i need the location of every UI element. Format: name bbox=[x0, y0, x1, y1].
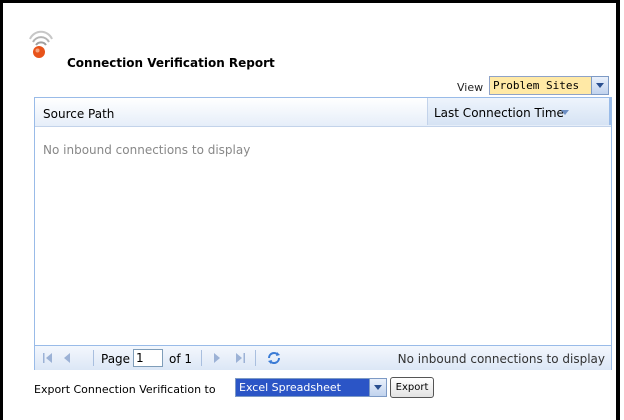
export-button[interactable]: Export bbox=[390, 377, 434, 398]
signal-logo-icon bbox=[29, 30, 53, 58]
pager-separator bbox=[201, 350, 202, 366]
page-label: Page bbox=[101, 352, 131, 366]
page-count-label: of 1 bbox=[169, 352, 193, 366]
view-selected-value: Problem Sites bbox=[489, 76, 593, 95]
pager-toolbar: Page 1 of 1 No inbound connections to di… bbox=[35, 345, 611, 370]
chevron-down-icon bbox=[596, 83, 604, 88]
refresh-icon[interactable] bbox=[265, 349, 283, 367]
sort-desc-icon bbox=[561, 110, 569, 115]
pager-status-text: No inbound connections to display bbox=[397, 352, 605, 366]
view-dropdown-button[interactable] bbox=[591, 76, 609, 95]
pager-separator bbox=[255, 350, 256, 366]
report-frame: Connection Verification Report View Prob… bbox=[0, 0, 620, 420]
export-format-select[interactable]: Excel Spreadsheet bbox=[235, 378, 387, 397]
column-source-path[interactable]: Source Path bbox=[43, 107, 114, 121]
chevron-down-icon bbox=[374, 385, 382, 390]
pager-separator bbox=[93, 350, 94, 366]
view-select[interactable]: Problem Sites bbox=[489, 76, 609, 95]
column-last-connection-time[interactable]: Last Connection Time bbox=[427, 98, 611, 125]
connections-grid: Source Path Last Connection Time No inbo… bbox=[34, 97, 612, 370]
grid-empty-message: No inbound connections to display bbox=[43, 143, 251, 157]
prev-page-icon[interactable] bbox=[63, 352, 71, 364]
page-number-input[interactable]: 1 bbox=[133, 349, 163, 367]
export-dropdown-button[interactable] bbox=[369, 378, 387, 397]
view-label: View bbox=[457, 81, 484, 94]
export-selected-value: Excel Spreadsheet bbox=[235, 378, 371, 397]
next-page-icon[interactable] bbox=[213, 352, 221, 364]
column-last-connection-label: Last Connection Time bbox=[434, 106, 564, 120]
page-title: Connection Verification Report bbox=[67, 56, 275, 70]
export-label: Export Connection Verification to bbox=[34, 383, 216, 396]
grid-header: Source Path Last Connection Time bbox=[35, 98, 611, 127]
first-page-icon[interactable] bbox=[43, 352, 53, 364]
last-page-icon[interactable] bbox=[235, 352, 245, 364]
